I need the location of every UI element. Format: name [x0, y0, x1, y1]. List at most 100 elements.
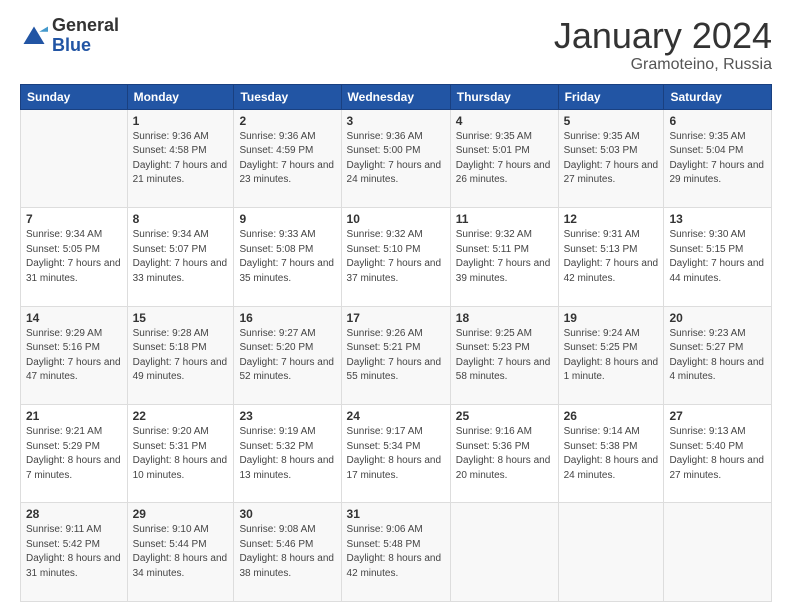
calendar-cell: 16Sunrise: 9:27 AMSunset: 5:20 PMDayligh… [234, 306, 341, 404]
calendar-cell: 24 Sunrise: 9:17 AMSunset: 5:34 PMDayligh… [341, 405, 450, 503]
weekday-row: SundayMondayTuesdayWednesdayThursdayFrid… [21, 84, 772, 109]
day-info: Sunrise: 9:19 AMSunset: 5:32 PMDaylight:… [239, 425, 335, 483]
day-info: Sunrise: 9:06 AMSunset: 5:48 PMDaylight:… [347, 523, 445, 581]
calendar-cell: 5Sunrise: 9:35 AMSunset: 5:03 PMDaylight… [558, 109, 664, 207]
day-number: 11 [456, 212, 553, 226]
day-number: 24 [347, 409, 445, 423]
calendar-cell: 17 Sunrise: 9:26 AMSunset: 5:21 PMDayligh… [341, 306, 450, 404]
day-number: 19 [564, 311, 659, 325]
weekday-header: Tuesday [234, 84, 341, 109]
day-number: 21 [26, 409, 122, 423]
day-info: Sunrise: 9:28 AMSunset: 5:18 PMDaylight:… [133, 327, 229, 385]
day-number: 25 [456, 409, 553, 423]
day-number: 20 [669, 311, 766, 325]
day-info: Sunrise: 9:16 AMSunset: 5:36 PMDaylight:… [456, 425, 553, 483]
day-info: Sunrise: 9:35 AMSunset: 5:01 PMDaylight:… [456, 130, 553, 188]
day-info: Sunrise: 9:13 AMSunset: 5:40 PMDaylight:… [669, 425, 766, 483]
calendar-cell: 27 Sunrise: 9:13 AMSunset: 5:40 PMDayligh… [664, 405, 772, 503]
calendar-cell: 26 Sunrise: 9:14 AMSunset: 5:38 PMDayligh… [558, 405, 664, 503]
calendar-week-row: 1 Sunrise: 9:36 AMSunset: 4:58 PMDaylight… [21, 109, 772, 207]
day-number: 29 [133, 507, 229, 521]
calendar-cell: 23Sunrise: 9:19 AMSunset: 5:32 PMDayligh… [234, 405, 341, 503]
calendar-cell: 11 Sunrise: 9:32 AMSunset: 5:11 PMDayligh… [450, 208, 558, 306]
calendar-cell: 31 Sunrise: 9:06 AMSunset: 5:48 PMDayligh… [341, 503, 450, 602]
calendar-cell: 29 Sunrise: 9:10 AMSunset: 5:44 PMDayligh… [127, 503, 234, 602]
day-info: Sunrise: 9:35 AMSunset: 5:04 PMDaylight:… [669, 130, 766, 188]
day-info: Sunrise: 9:20 AMSunset: 5:31 PMDaylight:… [133, 425, 229, 483]
day-number: 16 [239, 311, 335, 325]
calendar-header: SundayMondayTuesdayWednesdayThursdayFrid… [21, 84, 772, 109]
logo-blue: Blue [52, 36, 119, 56]
calendar-cell: 4 Sunrise: 9:35 AMSunset: 5:01 PMDaylight… [450, 109, 558, 207]
title-block: January 2024 Gramoteino, Russia [554, 16, 772, 74]
day-number: 4 [456, 114, 553, 128]
day-info: Sunrise: 9:21 AMSunset: 5:29 PMDaylight:… [26, 425, 122, 483]
calendar-cell: 13 Sunrise: 9:30 AMSunset: 5:15 PMDayligh… [664, 208, 772, 306]
day-info: Sunrise: 9:29 AMSunset: 5:16 PMDaylight:… [26, 327, 122, 385]
day-number: 6 [669, 114, 766, 128]
day-number: 3 [347, 114, 445, 128]
weekday-header: Wednesday [341, 84, 450, 109]
weekday-header: Thursday [450, 84, 558, 109]
logo-icon [20, 23, 48, 51]
page: General Blue January 2024 Gramoteino, Ru… [0, 0, 792, 612]
day-number: 1 [133, 114, 229, 128]
weekday-header: Monday [127, 84, 234, 109]
day-info: Sunrise: 9:08 AMSunset: 5:46 PMDaylight:… [239, 523, 335, 581]
day-info: Sunrise: 9:25 AMSunset: 5:23 PMDaylight:… [456, 327, 553, 385]
calendar-cell: 2Sunrise: 9:36 AMSunset: 4:59 PMDaylight… [234, 109, 341, 207]
day-info: Sunrise: 9:10 AMSunset: 5:44 PMDaylight:… [133, 523, 229, 581]
weekday-header: Friday [558, 84, 664, 109]
calendar-cell: 7 Sunrise: 9:34 AMSunset: 5:05 PMDaylight… [21, 208, 128, 306]
day-info: Sunrise: 9:34 AMSunset: 5:05 PMDaylight:… [26, 228, 122, 286]
header: General Blue January 2024 Gramoteino, Ru… [20, 16, 772, 74]
calendar-cell: 9Sunrise: 9:33 AMSunset: 5:08 PMDaylight… [234, 208, 341, 306]
calendar-week-row: 21 Sunrise: 9:21 AMSunset: 5:29 PMDayligh… [21, 405, 772, 503]
day-info: Sunrise: 9:14 AMSunset: 5:38 PMDaylight:… [564, 425, 659, 483]
day-number: 31 [347, 507, 445, 521]
day-number: 22 [133, 409, 229, 423]
weekday-header: Sunday [21, 84, 128, 109]
day-number: 26 [564, 409, 659, 423]
calendar-week-row: 7 Sunrise: 9:34 AMSunset: 5:05 PMDaylight… [21, 208, 772, 306]
day-info: Sunrise: 9:30 AMSunset: 5:15 PMDaylight:… [669, 228, 766, 286]
calendar-cell: 8Sunrise: 9:34 AMSunset: 5:07 PMDaylight… [127, 208, 234, 306]
logo: General Blue [20, 16, 119, 56]
calendar-week-row: 14 Sunrise: 9:29 AMSunset: 5:16 PMDayligh… [21, 306, 772, 404]
calendar-cell: 21 Sunrise: 9:21 AMSunset: 5:29 PMDayligh… [21, 405, 128, 503]
day-number: 7 [26, 212, 122, 226]
calendar-cell: 10Sunrise: 9:32 AMSunset: 5:10 PMDayligh… [341, 208, 450, 306]
day-number: 2 [239, 114, 335, 128]
calendar-cell: 14 Sunrise: 9:29 AMSunset: 5:16 PMDayligh… [21, 306, 128, 404]
calendar-cell: 22 Sunrise: 9:20 AMSunset: 5:31 PMDayligh… [127, 405, 234, 503]
calendar-cell: 15Sunrise: 9:28 AMSunset: 5:18 PMDayligh… [127, 306, 234, 404]
day-info: Sunrise: 9:33 AMSunset: 5:08 PMDaylight:… [239, 228, 335, 286]
day-number: 13 [669, 212, 766, 226]
calendar-cell: 6 Sunrise: 9:35 AMSunset: 5:04 PMDaylight… [664, 109, 772, 207]
calendar-cell [450, 503, 558, 602]
day-info: Sunrise: 9:17 AMSunset: 5:34 PMDaylight:… [347, 425, 445, 483]
day-info: Sunrise: 9:11 AMSunset: 5:42 PMDaylight:… [26, 523, 122, 581]
day-info: Sunrise: 9:26 AMSunset: 5:21 PMDaylight:… [347, 327, 445, 385]
day-number: 17 [347, 311, 445, 325]
day-info: Sunrise: 9:32 AMSunset: 5:11 PMDaylight:… [456, 228, 553, 286]
calendar-cell: 28Sunrise: 9:11 AMSunset: 5:42 PMDayligh… [21, 503, 128, 602]
day-number: 12 [564, 212, 659, 226]
day-number: 14 [26, 311, 122, 325]
calendar-cell: 30Sunrise: 9:08 AMSunset: 5:46 PMDayligh… [234, 503, 341, 602]
day-info: Sunrise: 9:36 AMSunset: 4:58 PMDaylight:… [133, 130, 229, 188]
calendar-cell [558, 503, 664, 602]
calendar-cell: 20 Sunrise: 9:23 AMSunset: 5:27 PMDayligh… [664, 306, 772, 404]
calendar-cell: 3Sunrise: 9:36 AMSunset: 5:00 PMDaylight… [341, 109, 450, 207]
weekday-header: Saturday [664, 84, 772, 109]
calendar-week-row: 28Sunrise: 9:11 AMSunset: 5:42 PMDayligh… [21, 503, 772, 602]
calendar-cell [664, 503, 772, 602]
calendar-table: SundayMondayTuesdayWednesdayThursdayFrid… [20, 84, 772, 602]
calendar-cell: 18Sunrise: 9:25 AMSunset: 5:23 PMDayligh… [450, 306, 558, 404]
logo-text: General Blue [52, 16, 119, 56]
calendar-body: 1 Sunrise: 9:36 AMSunset: 4:58 PMDaylight… [21, 109, 772, 601]
day-number: 27 [669, 409, 766, 423]
day-info: Sunrise: 9:23 AMSunset: 5:27 PMDaylight:… [669, 327, 766, 385]
location-title: Gramoteino, Russia [554, 56, 772, 74]
day-info: Sunrise: 9:31 AMSunset: 5:13 PMDaylight:… [564, 228, 659, 286]
